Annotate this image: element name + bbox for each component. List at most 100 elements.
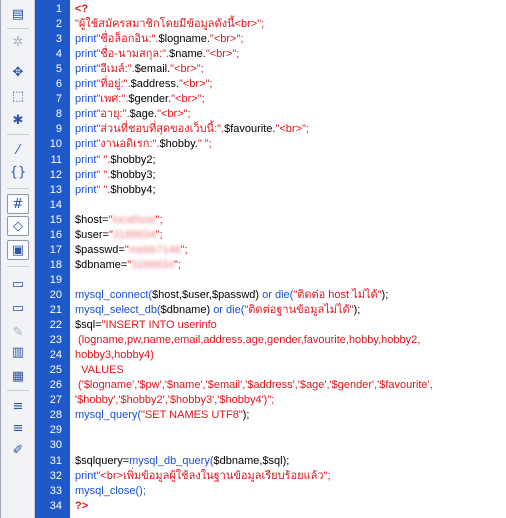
code-editor[interactable]: 1 2 3 4 5 6 7 8 9 10 11 12 13 14 15 16 17 18 19 20 21 22 23 24 2… — [0, 0, 506, 518]
code-line[interactable]: print" ".$hobby3; — [75, 168, 156, 183]
code-token: "ติดต่อ host ไม่ได้" — [293, 288, 382, 301]
expand-arrows-icon[interactable]: ✥ — [7, 62, 29, 82]
line-number: 22 — [49, 319, 62, 332]
code-line[interactable]: print"<br>เพิ่มข้อมูลผู้ใช้ลงในฐานข้อมูล… — [75, 469, 331, 484]
braces-icon[interactable]: {} — [7, 162, 29, 182]
document-list-icon[interactable]: ▤ — [7, 4, 29, 24]
code-line[interactable]: hobby3,hobby4) — [75, 348, 154, 363]
dotted-box-icon[interactable]: ⬚ — [7, 86, 29, 106]
code-line[interactable]: print" ".$hobby4; — [75, 183, 156, 198]
code-token: VALUES — [75, 364, 124, 377]
code-token: "อีเมล์:". — [96, 63, 135, 76]
line-number: 21 — [49, 304, 62, 316]
line-number: 3 — [55, 33, 62, 46]
code-token: mysql_close(); — [75, 484, 146, 497]
code-line[interactable]: <? — [75, 2, 88, 17]
line-number: 4 — [55, 48, 62, 61]
code-token: $host= — [75, 213, 109, 226]
brush-icon[interactable]: ✐ — [7, 440, 29, 460]
indent-icon[interactable]: ≡ — [7, 396, 29, 416]
code-token: or die( — [262, 288, 294, 301]
code-token: $user= — [75, 228, 109, 241]
code-line[interactable]: print" ".$hobby2; — [75, 153, 156, 168]
code-line[interactable]: $sql="INSERT INTO userinfo — [75, 318, 217, 333]
code-token: "ที่อยู่:". — [96, 78, 131, 91]
code-token: ); — [381, 288, 389, 301]
code-line[interactable]: "ผู้ใช้สมัครสมาชิกโดยมีข้อมูลดังนี้<br>"… — [75, 17, 264, 32]
code-line[interactable]: print"เพศ:".$gender."<br>"; — [75, 92, 205, 107]
gear-icon[interactable]: ✲ — [7, 32, 29, 52]
line-number: 2 — [55, 18, 62, 31]
code-line[interactable]: $host="localhost"; — [75, 213, 163, 228]
code-token: ); — [242, 409, 250, 422]
code-line[interactable]: VALUES — [75, 363, 124, 378]
code-token: "SET NAMES UTF8" — [141, 409, 243, 422]
code-area[interactable]: <? "ผู้ใช้สมัครสมาชิกโดยมีข้อมูลดังนี้<br… — [70, 0, 506, 518]
word-wrap-icon[interactable]: # — [7, 194, 29, 214]
code-line[interactable]: print"อายุ:".$age."<br>"; — [75, 107, 191, 122]
chart-icon[interactable]: ▦ — [7, 366, 29, 386]
code-token: or die( — [213, 304, 245, 316]
outdent-icon[interactable]: ≡ — [7, 418, 29, 438]
line-number: 32 — [49, 469, 62, 482]
code-token: "ชื่อล็อกอิน:". — [96, 33, 159, 46]
code-token: $dbname,$sql); — [213, 454, 290, 467]
code-line[interactable]: print"ชื่อล็อกอิน:".$logname."<br>"; — [75, 32, 243, 47]
code-token: "เพศ:". — [96, 93, 129, 106]
code-line[interactable]: mysql_connect($host,$user,$passwd) or di… — [75, 288, 388, 303]
redacted-value: 3188834 — [112, 228, 156, 241]
code-token: print — [75, 48, 97, 61]
asterisk-arrows-icon[interactable]: ✱ — [7, 110, 29, 130]
code-line[interactable]: '$hobby','$hobby2','$hobby3','$hobby4')"… — [75, 393, 274, 408]
toolbar-separator — [7, 266, 29, 267]
code-line[interactable]: $user="3188834"; — [75, 228, 163, 243]
remove-comment-icon[interactable]: ▭ — [7, 298, 29, 318]
line-number: 28 — [49, 409, 62, 422]
code-line[interactable]: mysql_close(); — [75, 484, 146, 499]
code-line[interactable]: ?> — [75, 499, 88, 514]
code-line[interactable]: print"ชื่อ-นามสกุล:".$name."<br>"; — [75, 47, 239, 62]
code-line[interactable]: $passwd="mebb7148"; — [75, 243, 188, 258]
code-token: mysql_connect( — [75, 288, 153, 301]
code-token: "<br>"; — [209, 33, 244, 46]
code-line[interactable]: $dbname="3188834"; — [75, 258, 181, 273]
toolbar-separator — [7, 188, 29, 189]
comment-icon[interactable]: ▭ — [7, 274, 29, 294]
line-number: 16 — [49, 228, 62, 241]
wand-icon[interactable]: ⁄ — [7, 140, 29, 160]
line-number: 13 — [49, 183, 62, 196]
line-number: 18 — [49, 258, 62, 271]
code-line[interactable]: (logname,pw,name,email,address,age,gende… — [75, 333, 420, 348]
code-token: "ชื่อ-นามสกุล:". — [96, 48, 170, 61]
line-number: 10 — [49, 138, 62, 151]
code-line[interactable]: print"ส่วนที่ชอบที่สุดของเว็บนี้:".$favo… — [75, 122, 309, 137]
pencil-icon[interactable]: ✎ — [7, 322, 29, 342]
code-line[interactable]: ('$logname','$pw','$name','$email','$add… — [75, 378, 433, 393]
code-token: mysql_query( — [75, 409, 142, 422]
code-token: "ส่วนที่ชอบที่สุดของเว็บนี้:". — [96, 123, 225, 136]
code-token: ); — [353, 304, 361, 316]
line-number: 31 — [49, 454, 62, 467]
code-token: print — [75, 93, 97, 106]
code-token: print — [75, 33, 97, 46]
code-token: " ". — [96, 153, 111, 166]
code-line[interactable]: $sqlquery=mysql_db_query($dbname,$sql); — [75, 454, 289, 469]
code-token: print — [75, 138, 97, 151]
line-number-gutter: 1 2 3 4 5 6 7 8 9 10 11 12 13 14 15 16 17 18 19 20 21 22 23 24 2… — [35, 0, 70, 518]
code-line[interactable]: print"อีเมล์:".$email."<br>"; — [75, 62, 204, 77]
toolbar-separator — [7, 134, 29, 135]
line-number: 8 — [55, 108, 62, 121]
line-number: 14 — [49, 198, 62, 211]
code-token: (logname,pw,name,email,address,age,gende… — [75, 334, 421, 347]
highlight-icon[interactable]: ▣ — [7, 240, 29, 260]
format-document-icon[interactable]: ▥ — [7, 342, 29, 362]
code-line[interactable]: print"งานอดิเรก:".$hobby." "; — [75, 137, 212, 152]
code-line[interactable]: mysql_query("SET NAMES UTF8"); — [75, 408, 250, 423]
code-token: hobby3,hobby4) — [75, 349, 154, 362]
code-line[interactable]: mysql_select_db($dbname) or die("ติดต่อฐ… — [75, 303, 360, 318]
code-token: $favourite. — [224, 123, 276, 136]
code-token: print — [75, 183, 97, 196]
code-tag-icon[interactable]: ◇ — [7, 216, 29, 236]
code-token: $name. — [169, 48, 206, 61]
code-line[interactable]: print"ที่อยู่:".$address."<br>"; — [75, 77, 212, 92]
